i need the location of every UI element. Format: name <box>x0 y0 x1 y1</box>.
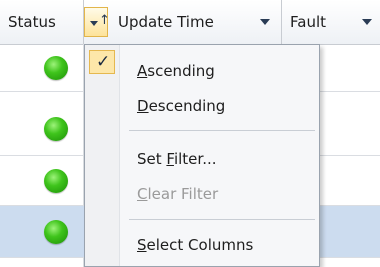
menu-separator <box>129 130 315 131</box>
column-header-update-time[interactable]: Update Time <box>108 0 282 44</box>
column-header-fault[interactable]: Fault <box>282 0 380 44</box>
dropdown-arrow-icon <box>90 21 98 26</box>
menu-separator <box>129 219 315 220</box>
column-header-fault-label: Fault <box>290 13 326 31</box>
column-header-status-label: Status <box>8 13 56 31</box>
column-header-update-time-label: Update Time <box>118 13 214 31</box>
filter-dropdown-icon[interactable] <box>362 19 372 25</box>
sort-filter-button[interactable]: ↑ <box>84 7 110 37</box>
menu-item-set-filter[interactable]: Set Filter... <box>137 150 217 168</box>
menu-item-clear-filter: Clear Filter <box>137 185 219 203</box>
column-header-status[interactable]: Status <box>0 0 84 44</box>
checkmark-icon: ✓ <box>96 52 111 72</box>
menu-item-select-columns[interactable]: Select Columns <box>137 236 253 254</box>
status-ok-icon <box>44 220 68 244</box>
menu-item-descending[interactable]: Descending <box>137 97 225 115</box>
menu-item-ascending[interactable]: Ascending <box>137 62 215 80</box>
status-ok-icon <box>44 169 68 193</box>
status-ok-icon <box>44 117 68 141</box>
menu-icon-gutter <box>85 45 120 266</box>
grid-header: Status ↑ Update Time Fault <box>0 0 380 45</box>
filter-dropdown-icon[interactable] <box>260 19 270 25</box>
sort-filter-menu: ✓ Ascending Descending Set Filter... Cle… <box>84 44 320 267</box>
status-ok-icon <box>44 56 68 80</box>
data-grid: Status ↑ Update Time Fault ✓ Ascending D… <box>0 0 380 267</box>
checked-indicator: ✓ <box>89 50 115 74</box>
